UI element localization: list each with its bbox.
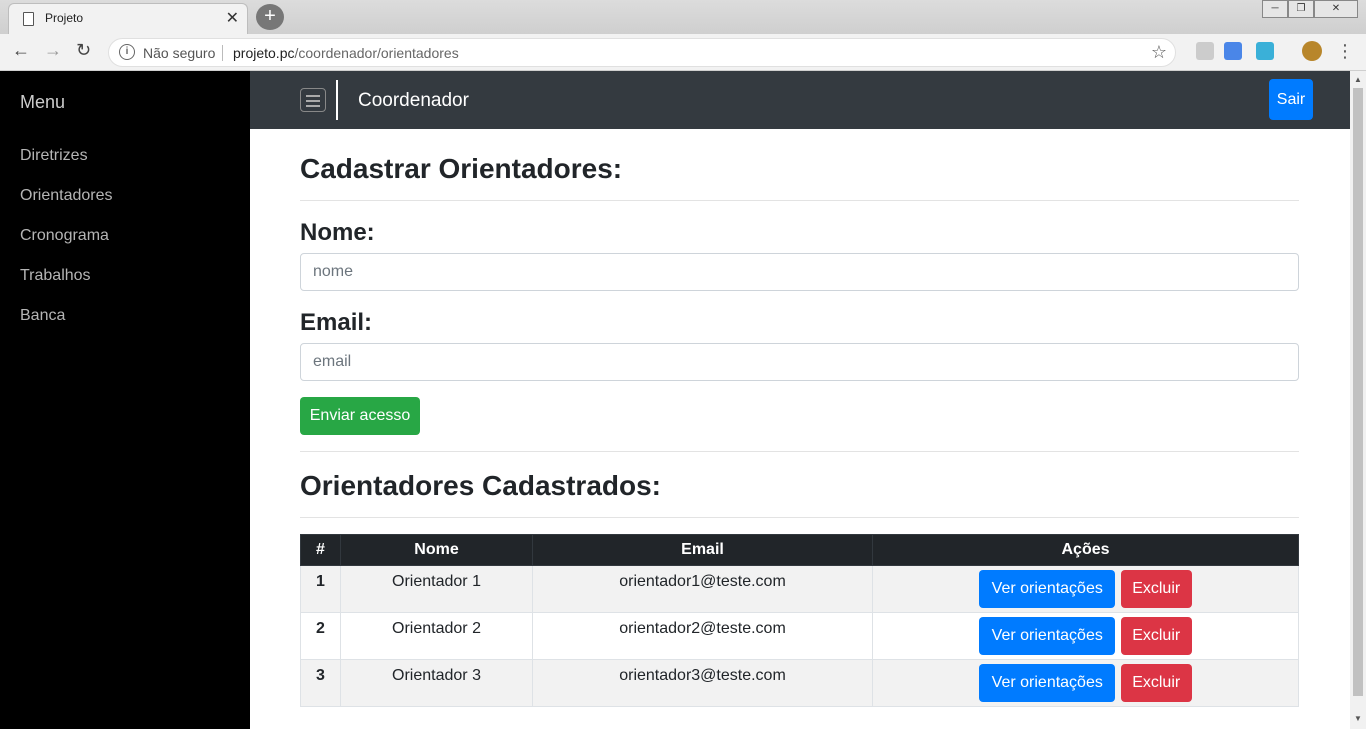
bookmark-star-icon[interactable]: ☆ [1151,42,1167,63]
scroll-down-icon[interactable]: ▼ [1354,714,1362,723]
security-label: Não seguro [143,45,216,61]
translate-icon[interactable] [1224,42,1242,60]
row-actions: Ver orientações Excluir [872,659,1299,707]
url-host: projeto.pc [233,45,295,61]
scroll-up-icon[interactable]: ▲ [1354,75,1362,84]
row-name: Orientador 2 [340,612,533,660]
divider [300,517,1299,518]
profile-avatar[interactable] [1302,41,1322,61]
row-name: Orientador 1 [340,565,533,613]
column-header-name: Nome [340,534,533,566]
advisors-table: # Nome Email Ações 1 Orientador 1 orient… [300,534,1299,707]
table-row: 2 Orientador 2 orientador2@teste.com Ver… [300,612,1299,660]
row-email: orientador3@teste.com [532,659,873,707]
delete-button[interactable]: Excluir [1120,617,1192,655]
delete-button[interactable]: Excluir [1120,664,1192,702]
browser-menu-icon[interactable]: ⋮ [1336,42,1354,60]
browser-titlebar: Projeto ✕ + ─ ❐ ✕ [0,0,1366,34]
forward-icon[interactable]: → [44,40,62,61]
sidebar-item-diretrizes[interactable]: Diretrizes [20,147,88,165]
column-header-email: Email [532,534,873,566]
list-title: Orientadores Cadastrados: [300,470,661,501]
form-title: Cadastrar Orientadores: [300,153,623,184]
divider [300,451,1299,452]
sidebar-item-cronograma[interactable]: Cronograma [20,227,109,245]
navbar-brand: Coordenador [358,90,469,111]
minimize-icon[interactable]: ─ [1262,0,1288,18]
top-navbar: Coordenador Sair [250,71,1350,129]
row-email: orientador1@teste.com [532,565,873,613]
row-actions: Ver orientações Excluir [872,565,1299,613]
close-tab-icon[interactable]: ✕ [226,8,239,28]
view-orientations-button[interactable]: Ver orientações [979,664,1116,702]
sidebar: Menu Diretrizes Orientadores Cronograma … [0,71,250,729]
tab-title: Projeto [45,11,84,25]
info-icon[interactable]: i [119,44,135,60]
email-label: Email: [300,309,373,336]
table-row: 1 Orientador 1 orientador1@teste.com Ver… [300,565,1299,613]
extension-icon[interactable] [1256,42,1274,60]
delete-button[interactable]: Excluir [1120,570,1192,608]
row-actions: Ver orientações Excluir [872,612,1299,660]
table-row: 3 Orientador 3 orientador3@teste.com Ver… [300,659,1299,707]
row-number: 3 [300,659,341,707]
view-orientations-button[interactable]: Ver orientações [979,570,1116,608]
send-access-button[interactable]: Enviar acesso [300,397,420,435]
scroll-thumb[interactable] [1353,88,1363,696]
row-name: Orientador 3 [340,659,533,707]
restore-icon[interactable]: ❐ [1288,0,1314,18]
table-header-row: # Nome Email Ações [300,534,1299,566]
column-header-number: # [300,534,341,566]
name-input[interactable] [300,253,1299,291]
back-icon[interactable]: ← [12,40,30,61]
view-orientations-button[interactable]: Ver orientações [979,617,1116,655]
reload-icon[interactable]: ↻ [76,40,91,61]
page-scrollbar[interactable]: ▲ ▼ [1350,71,1366,729]
row-number: 2 [300,612,341,660]
menu-toggle-icon[interactable] [300,88,326,112]
url-path: /coordenador/orientadores [294,45,459,61]
sidebar-title: Menu [20,92,66,112]
close-window-icon[interactable]: ✕ [1314,0,1358,18]
logout-button[interactable]: Sair [1269,79,1313,120]
window-controls: ─ ❐ ✕ [1262,0,1358,18]
column-header-actions: Ações [872,534,1299,566]
sidebar-item-trabalhos[interactable]: Trabalhos [20,267,91,285]
url-text[interactable]: projeto.pc/coordenador/orientadores [233,45,459,61]
row-number: 1 [300,565,341,613]
sidebar-item-orientadores[interactable]: Orientadores [20,187,113,205]
address-separator [222,45,223,61]
browser-toolbar: ← → ↻ i Não seguro projeto.pc/coordenado… [0,34,1366,71]
extension-icon[interactable] [1196,42,1214,60]
divider [300,200,1299,201]
row-email: orientador2@teste.com [532,612,873,660]
address-bar[interactable]: i Não seguro projeto.pc/coordenador/orie… [108,38,1176,67]
name-label: Nome: [300,219,375,246]
navbar-divider [336,80,338,120]
new-tab-button[interactable]: + [256,4,284,30]
browser-tab[interactable]: Projeto ✕ [8,3,248,34]
page-icon [23,12,34,26]
sidebar-item-banca[interactable]: Banca [20,307,65,325]
email-input[interactable] [300,343,1299,381]
